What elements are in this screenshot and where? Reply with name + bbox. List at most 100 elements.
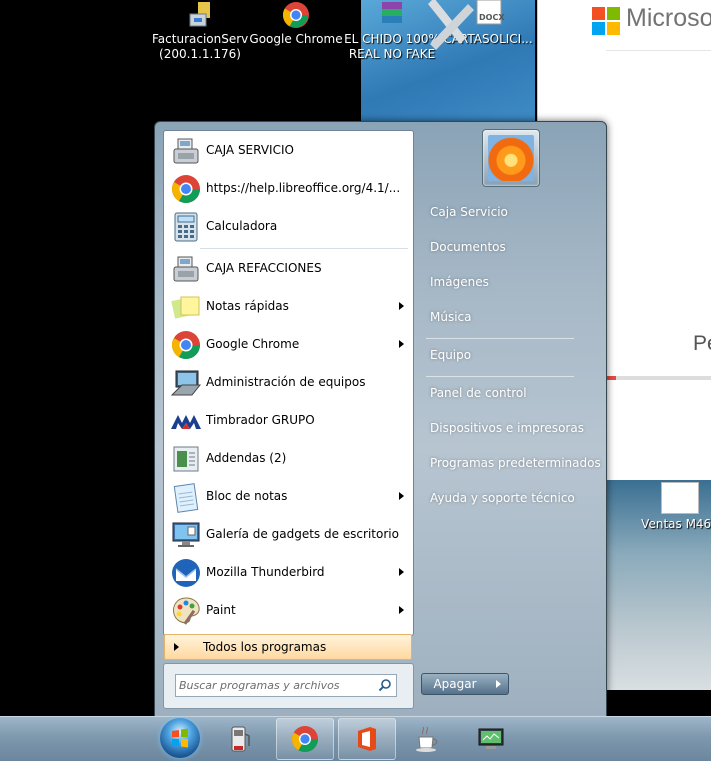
program-calculadora[interactable]: Calculadora xyxy=(165,208,412,246)
search-area xyxy=(163,663,414,709)
start-menu: CAJA SERVICIO https://help.libreoffice.o… xyxy=(154,121,607,717)
program-caja-servicio[interactable]: CAJA SERVICIO xyxy=(165,132,412,170)
tools-icon xyxy=(428,0,474,50)
submenu-arrow-icon[interactable] xyxy=(399,302,404,310)
fuel-pump-icon xyxy=(231,726,250,752)
link-label: Equipo xyxy=(430,348,472,362)
window-text: Pe xyxy=(693,332,711,355)
desktop-icon-chrome[interactable]: Google Chrome xyxy=(248,0,344,47)
program-libreoffice-help-link[interactable]: https://help.libreoffice.org/4.1/... xyxy=(165,170,412,208)
link-imagenes[interactable]: Imágenes xyxy=(420,267,598,299)
user-picture-flower-icon[interactable] xyxy=(482,129,540,187)
submenu-arrow-icon[interactable] xyxy=(399,492,404,500)
paint-palette-icon xyxy=(173,597,200,625)
submenu-arrow-icon[interactable] xyxy=(399,606,404,614)
all-programs-button[interactable]: Todos los programas xyxy=(164,634,412,660)
chevron-right-icon xyxy=(496,680,501,688)
program-label: Calculadora xyxy=(206,219,278,233)
desktop-icon-label: FacturacionServ (200.1.1.176) xyxy=(152,32,249,61)
gadgets-icon xyxy=(172,522,200,547)
search-box[interactable] xyxy=(175,674,397,697)
expand-arrow-icon xyxy=(174,643,179,651)
program-label: Mozilla Thunderbird xyxy=(206,565,325,579)
shutdown-options-button[interactable] xyxy=(488,673,509,695)
link-label: Música xyxy=(430,310,472,324)
addendas-icon xyxy=(173,446,199,472)
computer-monitor-icon xyxy=(478,728,504,749)
program-timbrador-grupo[interactable]: Timbrador GRUPO xyxy=(165,402,412,440)
link-panel-de-control[interactable]: Panel de control xyxy=(420,378,598,410)
link-label: Caja Servicio xyxy=(430,205,508,219)
search-input[interactable] xyxy=(179,677,369,693)
java-cup-icon xyxy=(416,726,438,752)
right-divider xyxy=(426,338,574,339)
submenu-arrow-icon[interactable] xyxy=(399,568,404,576)
programs-pane: CAJA SERVICIO https://help.libreoffice.o… xyxy=(163,130,414,636)
program-label: CAJA SERVICIO xyxy=(206,143,294,157)
link-ayuda-soporte[interactable]: Ayuda y soporte técnico xyxy=(420,483,598,515)
link-equipo[interactable]: Equipo xyxy=(420,340,598,372)
search-icon[interactable] xyxy=(378,678,392,692)
chrome-icon xyxy=(280,0,312,30)
chrome-icon xyxy=(291,726,319,753)
document-icon xyxy=(661,482,699,514)
taskbar-office[interactable] xyxy=(338,718,396,760)
link-label: Documentos xyxy=(430,240,506,254)
all-programs-label: Todos los programas xyxy=(203,640,327,654)
submenu-arrow-icon[interactable] xyxy=(399,340,404,348)
program-google-chrome[interactable]: Google Chrome xyxy=(165,326,412,364)
program-caja-refacciones[interactable]: CAJA REFACCIONES xyxy=(165,250,412,288)
program-label: Google Chrome xyxy=(206,337,300,351)
docx-badge: DOCX xyxy=(479,13,505,22)
program-notas-rapidas[interactable]: Notas rápidas xyxy=(165,288,412,326)
taskbar-java-app[interactable] xyxy=(398,718,456,760)
winrar-icon xyxy=(376,0,408,30)
program-label: https://help.libreoffice.org/4.1/... xyxy=(206,181,401,195)
program-paint[interactable]: Paint xyxy=(165,592,412,630)
calculator-icon xyxy=(174,212,198,242)
program-label: Addendas (2) xyxy=(206,451,287,465)
program-label: Paint xyxy=(206,603,236,617)
microsoft-text: Microsoft xyxy=(626,4,711,32)
taskbar-fuel-app[interactable] xyxy=(210,718,268,760)
program-label: CAJA REFACCIONES xyxy=(206,261,322,275)
link-dispositivos-impresoras[interactable]: Dispositivos e impresoras xyxy=(420,413,598,445)
program-label: Galería de gadgets de escritorio xyxy=(206,527,399,541)
desktop-icon-ventas[interactable]: Ventas M461 xyxy=(640,482,711,531)
chrome-icon xyxy=(172,175,200,203)
program-label: Notas rápidas xyxy=(206,299,289,313)
start-orb-button[interactable] xyxy=(160,718,200,758)
timbrador-logo-icon xyxy=(171,415,201,429)
link-label: Ayuda y soporte técnico xyxy=(430,491,575,505)
pinned-divider xyxy=(200,248,408,249)
right-divider xyxy=(426,376,574,377)
program-addendas[interactable]: Addendas (2) xyxy=(165,440,412,478)
taskbar-chrome[interactable] xyxy=(276,718,334,760)
cash-register-icon xyxy=(173,256,199,282)
computer-management-icon xyxy=(170,370,202,396)
microsoft-logo-icon xyxy=(592,7,620,35)
shutdown-button[interactable]: Apagar xyxy=(421,673,489,695)
program-galeria-gadgets[interactable]: Galería de gadgets de escritorio xyxy=(165,516,412,554)
desktop-icon-label: Google Chrome xyxy=(249,32,343,46)
program-thunderbird[interactable]: Mozilla Thunderbird xyxy=(165,554,412,592)
link-label: Panel de control xyxy=(430,386,527,400)
link-label: Imágenes xyxy=(430,275,489,289)
program-administracion-equipos[interactable]: Administración de equipos xyxy=(165,364,412,402)
taskbar-monitor-app[interactable] xyxy=(462,718,520,760)
program-label: Bloc de notas xyxy=(206,489,288,503)
desktop-icon-facturacion[interactable]: FacturacionServ (200.1.1.176) xyxy=(152,0,248,62)
link-programas-predeterminados[interactable]: Programas predeterminados xyxy=(420,448,601,480)
program-bloc-de-notas[interactable]: Bloc de notas xyxy=(165,478,412,516)
link-documentos[interactable]: Documentos xyxy=(420,232,598,264)
sales-terminal-icon xyxy=(184,0,216,30)
shutdown-group: Apagar xyxy=(421,673,509,695)
link-label: Programas predeterminados xyxy=(430,456,601,470)
progress-bar xyxy=(606,376,711,380)
office-icon xyxy=(358,727,376,751)
link-musica[interactable]: Música xyxy=(420,302,598,334)
desktop-icon-label: Ventas M461 xyxy=(641,517,711,531)
user-picture-image xyxy=(488,135,534,181)
program-label: Timbrador GRUPO xyxy=(206,413,315,427)
link-caja-servicio[interactable]: Caja Servicio xyxy=(420,197,598,229)
